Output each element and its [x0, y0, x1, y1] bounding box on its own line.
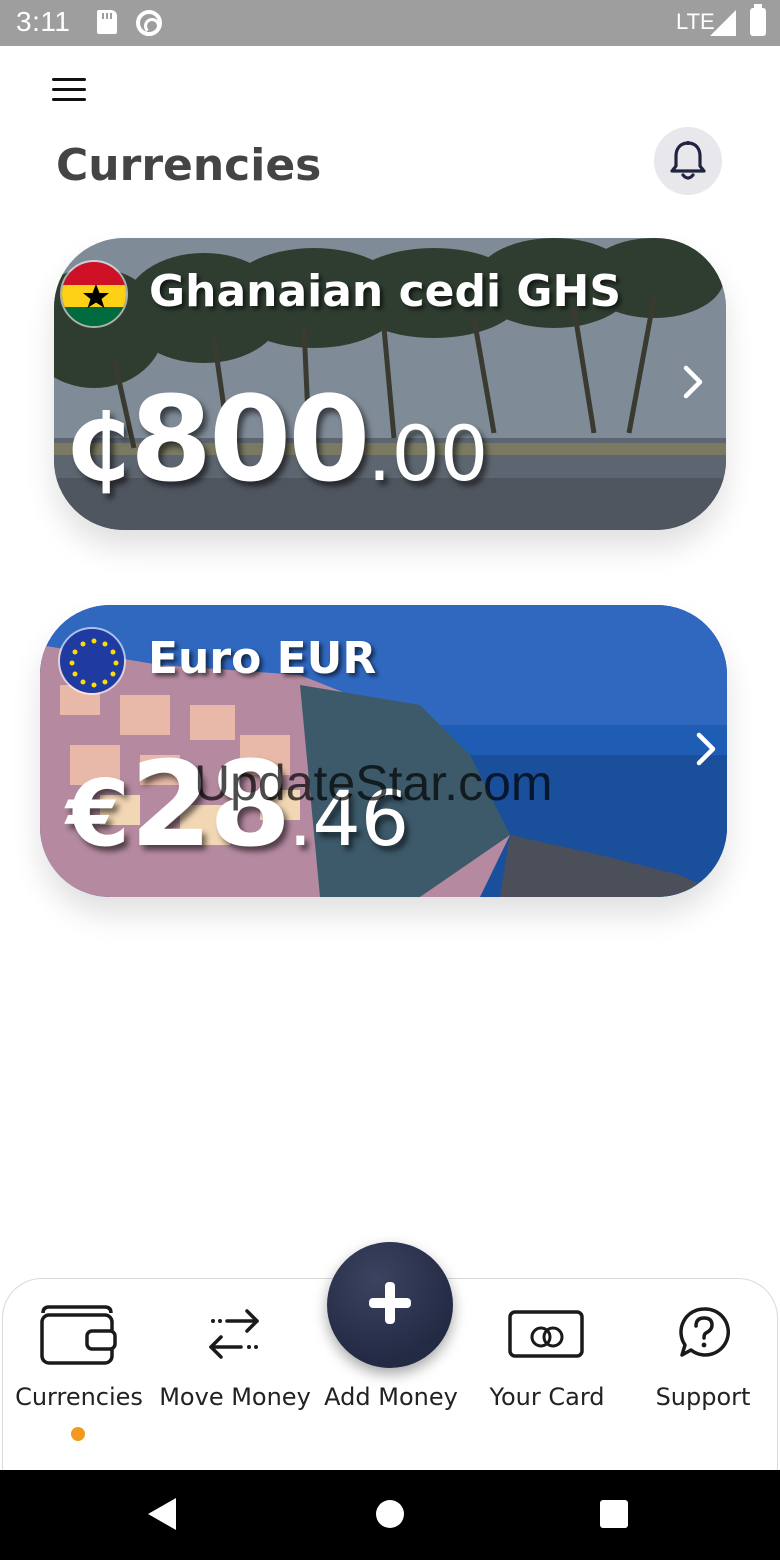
hamburger-menu-icon[interactable]: [50, 74, 90, 106]
back-icon[interactable]: [148, 1498, 176, 1530]
ghana-flag-icon: [60, 260, 128, 328]
bell-icon: [670, 141, 706, 180]
eu-flag-icon: [58, 627, 126, 695]
network-type: LTE: [676, 9, 715, 34]
watermark: UpdateStar.com: [194, 755, 553, 811]
nav-item-currencies[interactable]: Currencies: [3, 1279, 155, 1469]
currency-symbol: €: [66, 760, 131, 867]
nav-label: Add Money: [324, 1383, 458, 1411]
balance-integer: 800: [130, 370, 370, 508]
battery-icon: [750, 4, 766, 36]
sync-icon: [136, 10, 162, 36]
help-bubble-icon: [679, 1307, 730, 1357]
notifications-button[interactable]: [654, 127, 722, 195]
nav-item-support[interactable]: Support: [627, 1279, 779, 1469]
transfer-arrows-icon: [209, 1309, 259, 1359]
system-navigation-bar: [0, 1470, 780, 1560]
nav-item-move-money[interactable]: Move Money: [159, 1279, 311, 1469]
signal-icon: [710, 10, 736, 36]
currency-card-ghs[interactable]: Ghanaian cedi GHS ₵800.00: [54, 238, 726, 530]
currency-name: Euro EUR: [148, 633, 377, 684]
add-money-button[interactable]: [327, 1242, 453, 1368]
page-title: Currencies: [56, 140, 322, 191]
nav-item-your-card[interactable]: Your Card: [471, 1279, 623, 1469]
nav-label: Support: [655, 1383, 751, 1411]
home-icon[interactable]: [376, 1500, 404, 1528]
chevron-right-icon: [683, 365, 703, 399]
currency-name: Ghanaian cedi GHS: [149, 266, 622, 317]
balance-decimal: .00: [367, 409, 489, 498]
active-indicator-dot: [71, 1427, 85, 1441]
card-icon: [508, 1310, 584, 1358]
currency-symbol: ₵: [66, 395, 131, 502]
wallet-icon: [40, 1305, 117, 1365]
status-time: 3:11: [16, 6, 71, 37]
currency-balance: ₵800.00: [66, 370, 488, 508]
recent-apps-icon[interactable]: [600, 1500, 628, 1528]
status-bar: 3:11 LTE: [0, 0, 780, 46]
sd-card-icon: [97, 10, 117, 34]
currency-card-eur[interactable]: Euro EUR €28.46: [40, 605, 727, 897]
nav-label: Your Card: [489, 1383, 605, 1411]
nav-label: Move Money: [159, 1383, 311, 1411]
chevron-right-icon: [696, 732, 716, 766]
nav-label: Currencies: [15, 1383, 143, 1411]
